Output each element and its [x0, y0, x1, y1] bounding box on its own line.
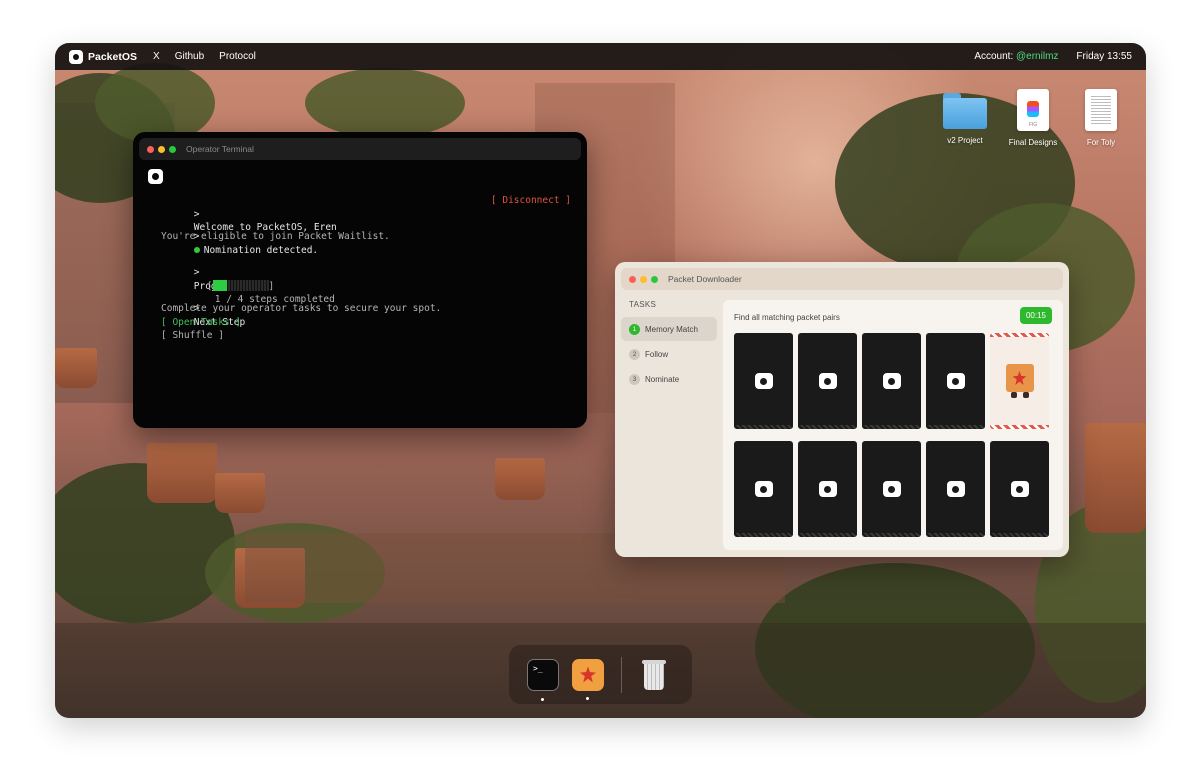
memory-card[interactable] — [862, 441, 921, 537]
open-tasks-button[interactable]: [ Open Tasks ] — [148, 316, 571, 330]
memory-card[interactable] — [734, 441, 793, 537]
menu-bar: PacketOS X Github Protocol Account: @ern… — [55, 43, 1146, 70]
close-window-button[interactable] — [629, 275, 636, 283]
memory-card[interactable] — [734, 333, 793, 429]
nomination-title: Nomination detected. — [203, 244, 319, 256]
desktop-icon-label: For Toly — [1086, 138, 1116, 147]
packet-creature-icon — [1005, 364, 1034, 398]
task-label: Memory Match — [645, 324, 698, 334]
packetos-logo-icon — [882, 481, 901, 497]
shuffle-button[interactable]: [ Shuffle ] — [148, 329, 571, 343]
menu-link-x[interactable]: X — [153, 51, 160, 62]
packetos-logo-icon — [946, 373, 965, 389]
packetos-logo-icon — [148, 169, 163, 184]
packetos-logo-icon — [754, 481, 773, 497]
downloader-title: Packet Downloader — [668, 274, 742, 284]
terminal-title: Operator Terminal — [186, 144, 254, 154]
memory-match-game: Find all matching packet pairs 00:15 — [723, 300, 1063, 550]
dock-separator — [621, 656, 622, 693]
status-dot-icon — [193, 246, 200, 253]
running-indicator — [541, 697, 544, 701]
task-nominate[interactable]: 3 Nominate — [621, 367, 717, 391]
downloader-titlebar[interactable]: Packet Downloader — [621, 268, 1063, 290]
packetos-logo-icon — [818, 373, 837, 389]
game-timer: 00:15 — [1019, 307, 1052, 324]
account-handle: @ernilmz — [1016, 51, 1059, 62]
task-label: Nominate — [645, 374, 680, 384]
open-tasks-label: [ Open Tasks ] — [161, 316, 242, 328]
close-window-button[interactable] — [147, 145, 154, 153]
prompt: > — [193, 208, 200, 220]
brand[interactable]: PacketOS — [69, 49, 138, 64]
packetos-logo-icon — [946, 481, 965, 497]
packetos-logo-icon — [69, 49, 83, 64]
packetos-logo-icon — [882, 373, 901, 389]
game-instruction: Find all matching packet pairs — [734, 313, 840, 322]
terminal-glyph: >_ — [533, 663, 543, 673]
dock: >_ — [509, 645, 692, 704]
menu-link-protocol[interactable]: Protocol — [219, 51, 256, 62]
document-icon — [1085, 89, 1117, 131]
terminal-titlebar[interactable]: Operator Terminal — [139, 138, 581, 160]
menu-link-github[interactable]: Github — [175, 51, 204, 62]
packetos-logo-icon — [754, 373, 773, 389]
folder-icon — [943, 93, 987, 129]
task-follow[interactable]: 2 Follow — [621, 342, 717, 366]
task-number: 2 — [629, 348, 640, 360]
shuffle-label: [ Shuffle ] — [161, 330, 224, 341]
terminal-app-icon[interactable]: >_ — [527, 658, 559, 701]
task-memory-match[interactable]: 1 Memory Match — [621, 317, 717, 341]
progress-row: [] 1 / 4 steps completed — [148, 266, 571, 305]
menu-status: Account: @ernilmz Friday 13:55 — [974, 51, 1132, 62]
desktop-icon-final-designs[interactable]: FIG Final Designs — [1008, 89, 1058, 147]
desktop-icon-for-toly[interactable]: For Toly — [1076, 89, 1126, 147]
desktop: PacketOS X Github Protocol Account: @ern… — [55, 43, 1146, 718]
progress-bracket-close: ] — [268, 280, 275, 292]
memory-card[interactable] — [798, 333, 857, 429]
task-number: 3 — [629, 373, 640, 385]
account-label: Account: — [974, 51, 1014, 62]
packet-downloader-app-icon[interactable] — [572, 658, 604, 700]
operator-terminal-window[interactable]: Operator Terminal > Welcome to PacketOS,… — [133, 132, 587, 428]
memory-card[interactable] — [798, 441, 857, 537]
progress-fill — [212, 279, 227, 291]
prompt: > — [193, 267, 200, 278]
desktop-icon-label: Final Designs — [1008, 138, 1058, 147]
clock: Friday 13:55 — [1076, 51, 1132, 62]
packet-downloader-window[interactable]: Packet Downloader TASKS 1 Memory Match 2… — [615, 262, 1069, 557]
figma-file-icon: FIG — [1017, 89, 1049, 131]
welcome-line: > Welcome to PacketOS, Eren [ Disconnect… — [148, 194, 571, 233]
memory-card[interactable] — [926, 333, 985, 429]
memory-card[interactable] — [926, 441, 985, 537]
file-type-badge: FIG — [1028, 122, 1038, 128]
next-step-text: Complete your operator tasks to secure y… — [161, 303, 442, 314]
welcome-text: Welcome to PacketOS, Eren — [193, 222, 337, 233]
maximize-window-button[interactable] — [169, 145, 176, 153]
minimize-window-button[interactable] — [640, 275, 647, 283]
task-label: Follow — [645, 349, 669, 359]
brand-name: PacketOS — [88, 50, 138, 63]
menu-links: X Github Protocol — [153, 51, 256, 62]
progress-bar — [212, 279, 269, 291]
disconnect-button[interactable]: [ Disconnect ] — [491, 194, 571, 208]
running-indicator — [586, 696, 589, 700]
desktop-icons: v2 Project FIG Final Designs For Toly — [940, 89, 1126, 147]
trash-icon[interactable] — [642, 659, 666, 690]
tasks-sidebar: TASKS 1 Memory Match 2 Follow 3 Nominate — [621, 298, 717, 392]
terminal-output: > Welcome to PacketOS, Eren [ Disconnect… — [148, 194, 571, 343]
account-info[interactable]: Account: @ernilmz — [974, 51, 1058, 62]
memory-card[interactable] — [862, 333, 921, 429]
memory-card[interactable] — [990, 441, 1049, 537]
desktop-icon-v2-project[interactable]: v2 Project — [940, 89, 990, 147]
memory-card-revealed[interactable] — [990, 333, 1049, 429]
task-number: 1 — [629, 323, 640, 335]
packetos-logo-icon — [1010, 481, 1029, 497]
desktop-icon-label: v2 Project — [947, 136, 983, 145]
maximize-window-button[interactable] — [651, 275, 658, 283]
tasks-header: TASKS — [629, 300, 657, 309]
minimize-window-button[interactable] — [158, 145, 165, 153]
packetos-logo-icon — [818, 481, 837, 497]
